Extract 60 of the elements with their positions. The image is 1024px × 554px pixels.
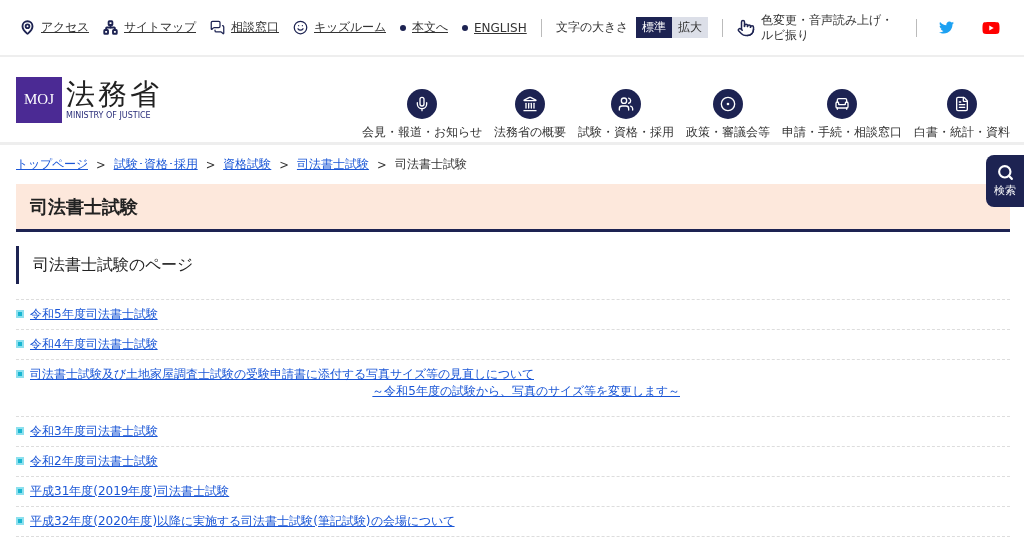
exam-link[interactable]: ～令和5年度の試験から、写真のサイズ等を変更します～ (372, 383, 680, 400)
bullet-icon (16, 517, 24, 525)
exam-link[interactable]: 令和3年度司法書士試験 (30, 423, 680, 440)
text-size-button[interactable]: 標準 (635, 17, 672, 38)
search-button[interactable]: 検索 (986, 155, 1024, 207)
breadcrumb-link[interactable]: 試験･資格･採用 (113, 157, 198, 172)
child-face-icon (293, 20, 308, 35)
main-nav-link[interactable]: 政策・審議会等 (686, 89, 770, 140)
bullet-icon (16, 340, 24, 348)
building-icon (515, 89, 545, 119)
breadcrumb-link[interactable]: 資格試験 (223, 157, 272, 172)
section-heading: 司法書士試験のページ (16, 246, 1010, 284)
logo-subtitle: MINISTRY OF JUSTICE (66, 110, 152, 120)
utility-link[interactable]: アクセス (20, 19, 89, 36)
dot-icon (400, 24, 406, 31)
logo-name: 法務省 (66, 79, 162, 111)
bullet-icon (16, 457, 24, 465)
text-size-label: 文字の大きさ (555, 19, 628, 36)
pin-icon (20, 20, 35, 35)
utility-link[interactable]: ENGLISH (462, 20, 527, 35)
microphone-icon (407, 89, 437, 119)
main-nav-link[interactable]: 会見・報道・お知らせ (362, 89, 482, 140)
chair-icon (827, 89, 857, 119)
breadcrumb-separator: > (376, 157, 387, 172)
exam-link[interactable]: 令和4年度司法書士試験 (30, 336, 680, 353)
bullet-icon (16, 487, 24, 495)
bullet-icon (16, 310, 24, 318)
breadcrumb-separator: > (279, 157, 289, 172)
search-icon (996, 164, 1014, 181)
exam-link[interactable]: 令和5年度司法書士試験 (30, 306, 680, 323)
bullet-icon (16, 370, 24, 378)
breadcrumb-link[interactable]: トップページ (16, 157, 88, 172)
bullet-icon (16, 427, 24, 435)
exam-link[interactable]: 平成32年度(2020年度)以降に実施する司法書士試験(筆記試験)の会場について (30, 513, 680, 530)
main-nav-link[interactable]: 申請・手続・相談窓口 (782, 89, 902, 140)
accessibility-link[interactable]: 色変更・音声読み上げ・ルビ振り (736, 13, 902, 42)
breadcrumb-link[interactable]: 司法書士試験 (296, 157, 369, 172)
hand-pointer-icon (736, 18, 755, 37)
exam-link[interactable]: 司法書士試験及び土地家屋調査士試験の受験申請書に添付する写真サイズ等の見直しについて (30, 366, 680, 383)
people-icon (611, 89, 641, 119)
logo-mark[interactable]: MOJ (16, 76, 62, 123)
sitemap-icon (103, 20, 118, 35)
main-nav-link[interactable]: 法務省の概要 (494, 89, 566, 140)
main-nav-link[interactable]: 白書・統計・資料 (914, 89, 1010, 140)
text-size-button[interactable]: 拡大 (671, 17, 708, 38)
breadcrumb-separator: > (96, 157, 106, 172)
circle-icon (713, 89, 743, 119)
twitter-icon[interactable] (938, 20, 954, 35)
chat-icon (210, 20, 225, 35)
utility-link[interactable]: サイトマップ (103, 19, 196, 36)
main-nav-link[interactable]: 試験・資格・採用 (578, 89, 674, 140)
document-icon (947, 89, 977, 119)
exam-link[interactable]: 平成31年度(2019年度)司法書士試験 (30, 483, 680, 500)
dot-icon (462, 24, 468, 31)
breadcrumb-separator: > (205, 157, 216, 172)
utility-link[interactable]: 相談窓口 (210, 19, 279, 36)
utility-link[interactable]: キッズルーム (293, 19, 386, 36)
breadcrumb-current: 司法書士試験 (394, 157, 467, 172)
utility-link[interactable]: 本文へ (400, 19, 448, 36)
exam-link[interactable]: 令和2年度司法書士試験 (30, 453, 680, 470)
